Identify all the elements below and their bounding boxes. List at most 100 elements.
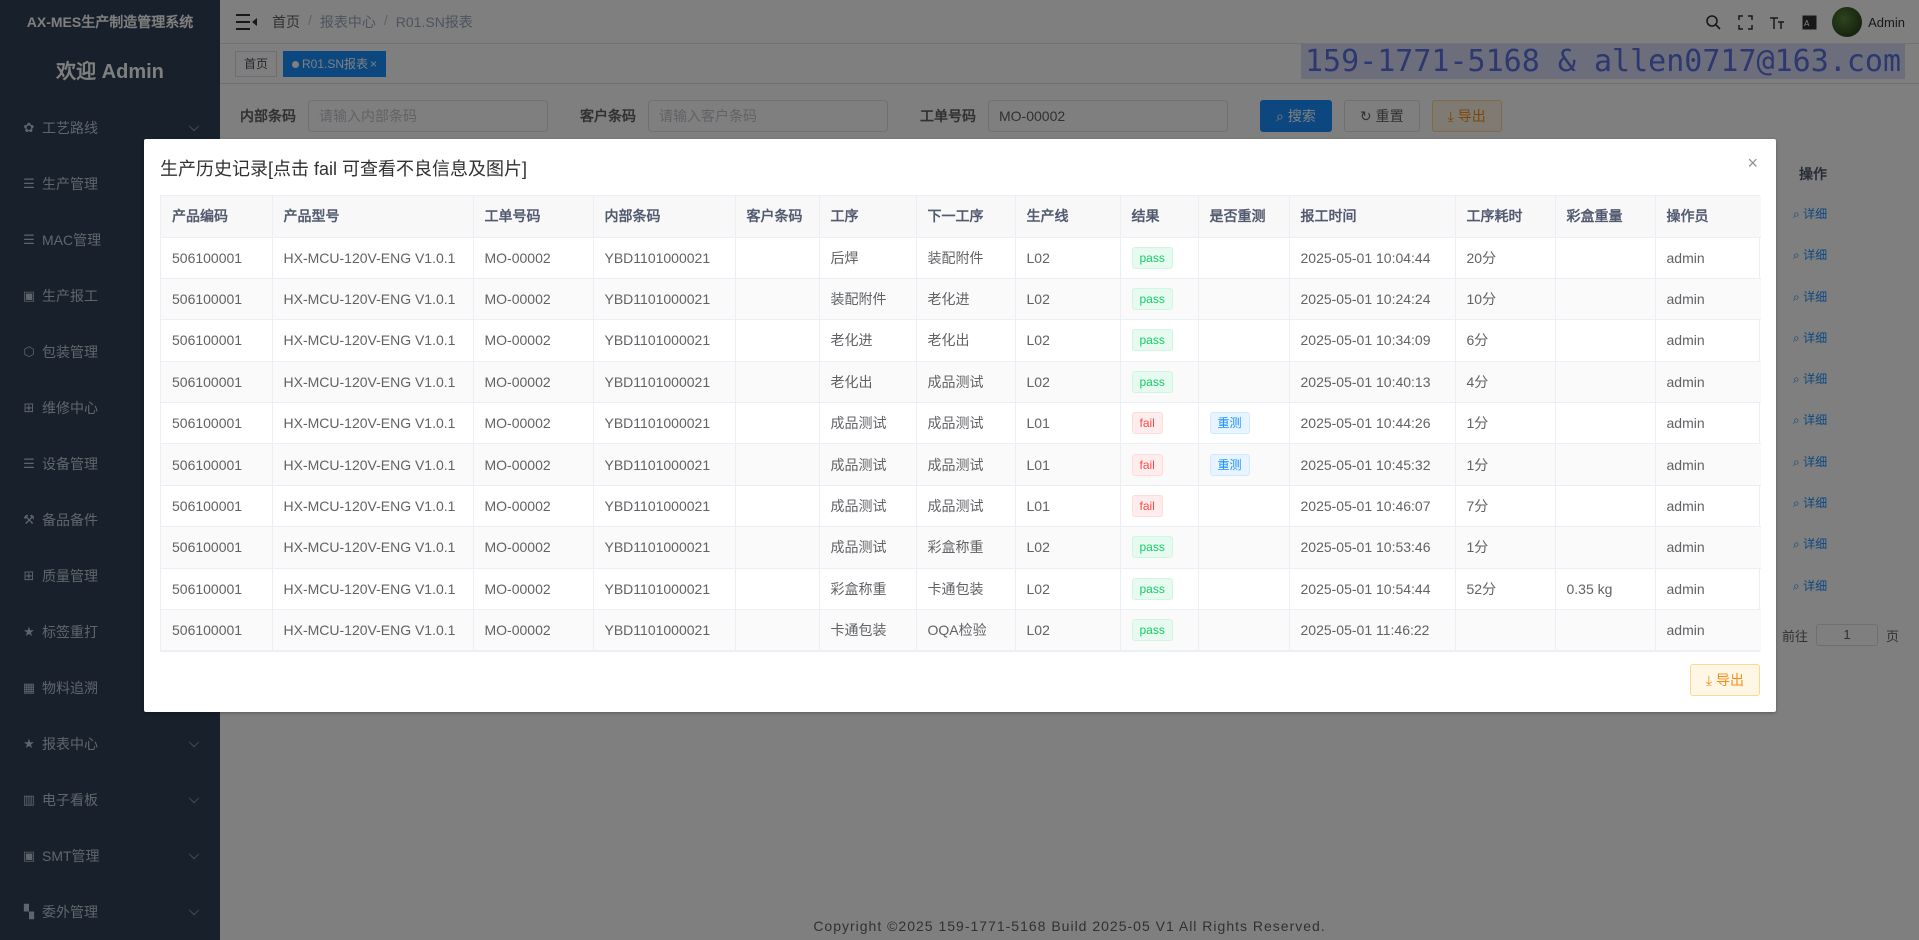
table-cell: 1分 [1455, 443, 1556, 486]
dialog-export-label: 导出 [1716, 672, 1744, 688]
column-header: 工序耗时 [1455, 196, 1556, 238]
table-cell [735, 237, 820, 279]
table-cell: 506100001 [161, 609, 273, 652]
table-cell [735, 319, 820, 362]
table-cell: HX-MCU-120V-ENG V1.0.1 [272, 526, 474, 569]
table-body: 506100001 HX-MCU-120V-ENG V1.0.1 MO-00002 Y… [161, 237, 1761, 652]
table-cell [1555, 402, 1656, 445]
column-header: 彩盒重量 [1555, 196, 1656, 238]
history-table: 产品编码 产品型号 工单号码 内部条码 客户条码 工序 下一工序 生产线 结果 是否重测 报工时间工… [160, 195, 1761, 653]
result-fail-badge[interactable]: fail [1131, 495, 1163, 518]
table-cell: 2025-05-01 10:46:07 [1289, 485, 1456, 528]
table-cell: 2025-05-01 10:45:32 [1289, 443, 1456, 486]
table-cell [735, 278, 820, 321]
table-cell [735, 609, 820, 652]
table-cell [1455, 609, 1556, 652]
table-cell: pass [1120, 319, 1199, 362]
table-cell: 彩盒称重 [819, 568, 917, 611]
table-cell: 2025-05-01 10:04:44 [1289, 237, 1456, 279]
table-cell: admin [1655, 443, 1761, 486]
table-cell: OQA检验 [916, 609, 1016, 652]
table-cell: 2025-05-01 10:40:13 [1289, 361, 1456, 404]
close-icon[interactable]: × [1747, 153, 1758, 174]
table-cell: HX-MCU-120V-ENG V1.0.1 [272, 443, 474, 486]
table-cell: MO-00002 [473, 526, 594, 569]
table-cell: HX-MCU-120V-ENG V1.0.1 [272, 319, 474, 362]
result-pass-badge: pass [1131, 329, 1173, 352]
result-fail-badge[interactable]: fail [1131, 453, 1163, 476]
table-cell: HX-MCU-120V-ENG V1.0.1 [272, 568, 474, 611]
table-cell: MO-00002 [473, 278, 594, 321]
table-cell: L02 [1015, 237, 1121, 279]
table-cell: L02 [1015, 526, 1121, 569]
table-row: 506100001 HX-MCU-120V-ENG V1.0.1 MO-00002 Y… [161, 485, 1761, 528]
table-cell: pass [1120, 568, 1199, 611]
table-cell: MO-00002 [473, 402, 594, 445]
table-cell: admin [1655, 526, 1761, 569]
table-cell: pass [1120, 278, 1199, 321]
table-cell: admin [1655, 278, 1761, 321]
table-cell: HX-MCU-120V-ENG V1.0.1 [272, 609, 474, 652]
table-cell: YBD1101000021 [593, 402, 736, 445]
table-cell: 4分 [1455, 361, 1556, 404]
table-cell: YBD1101000021 [593, 443, 736, 486]
table-cell: 506100001 [161, 485, 273, 528]
table-row: 506100001 HX-MCU-120V-ENG V1.0.1 MO-00002 Y… [161, 319, 1761, 362]
table-cell: MO-00002 [473, 319, 594, 362]
table-cell: 10分 [1455, 278, 1556, 321]
table-cell: 老化出 [819, 361, 917, 404]
table-cell: 老化进 [819, 319, 917, 362]
table-cell: 2025-05-01 10:54:44 [1289, 568, 1456, 611]
result-fail-badge[interactable]: fail [1131, 412, 1163, 435]
table-cell: YBD1101000021 [593, 609, 736, 652]
table-cell: L02 [1015, 361, 1121, 404]
table-cell: 装配附件 [916, 237, 1016, 279]
table-cell: YBD1101000021 [593, 485, 736, 528]
table-row: 506100001 HX-MCU-120V-ENG V1.0.1 MO-00002 Y… [161, 526, 1761, 569]
table-cell [1555, 526, 1656, 569]
table-cell: admin [1655, 319, 1761, 362]
table-cell: 7分 [1455, 485, 1556, 528]
result-pass-badge: pass [1131, 370, 1173, 393]
table-cell: 装配附件 [819, 278, 917, 321]
table-row: 506100001 HX-MCU-120V-ENG V1.0.1 MO-00002 Y… [161, 361, 1761, 404]
column-header: 操作员 [1655, 196, 1761, 238]
table-cell: 0.35 kg [1555, 568, 1656, 611]
column-header: 下一工序 [916, 196, 1016, 238]
table-cell: HX-MCU-120V-ENG V1.0.1 [272, 402, 474, 445]
column-header: 产品型号 [272, 196, 474, 238]
table-cell [1198, 278, 1290, 321]
table-cell: HX-MCU-120V-ENG V1.0.1 [272, 485, 474, 528]
table-row: 506100001 HX-MCU-120V-ENG V1.0.1 MO-00002 Y… [161, 402, 1761, 445]
table-cell: 52分 [1455, 568, 1556, 611]
table-cell: HX-MCU-120V-ENG V1.0.1 [272, 278, 474, 321]
table-cell: 6分 [1455, 319, 1556, 362]
table-cell [1555, 278, 1656, 321]
table-cell: admin [1655, 237, 1761, 279]
table-cell: pass [1120, 526, 1199, 569]
dialog-export-button[interactable]: ⤓ 导出 [1689, 664, 1760, 696]
table-cell: pass [1120, 237, 1199, 279]
table-cell [735, 485, 820, 528]
table-cell: 成品测试 [819, 402, 917, 445]
table-cell: HX-MCU-120V-ENG V1.0.1 [272, 237, 474, 279]
table-cell: MO-00002 [473, 568, 594, 611]
table-cell: 506100001 [161, 278, 273, 321]
table-cell: L02 [1015, 278, 1121, 321]
download-icon: ⤓ [1705, 671, 1712, 688]
table-cell: 成品测试 [916, 402, 1016, 445]
table-cell: YBD1101000021 [593, 526, 736, 569]
table-cell: 老化进 [916, 278, 1016, 321]
column-header: 工单号码 [473, 196, 594, 238]
table-cell [735, 443, 820, 486]
table-cell: YBD1101000021 [593, 568, 736, 611]
table-cell [735, 526, 820, 569]
table-cell: 2025-05-01 10:44:26 [1289, 402, 1456, 445]
column-header: 报工时间 [1289, 196, 1456, 238]
table-cell: 老化出 [916, 319, 1016, 362]
result-pass-badge: pass [1131, 536, 1173, 559]
table-cell: 2025-05-01 10:24:24 [1289, 278, 1456, 321]
table-cell: admin [1655, 485, 1761, 528]
table-cell: 彩盒称重 [916, 526, 1016, 569]
table-cell: 2025-05-01 10:53:46 [1289, 526, 1456, 569]
